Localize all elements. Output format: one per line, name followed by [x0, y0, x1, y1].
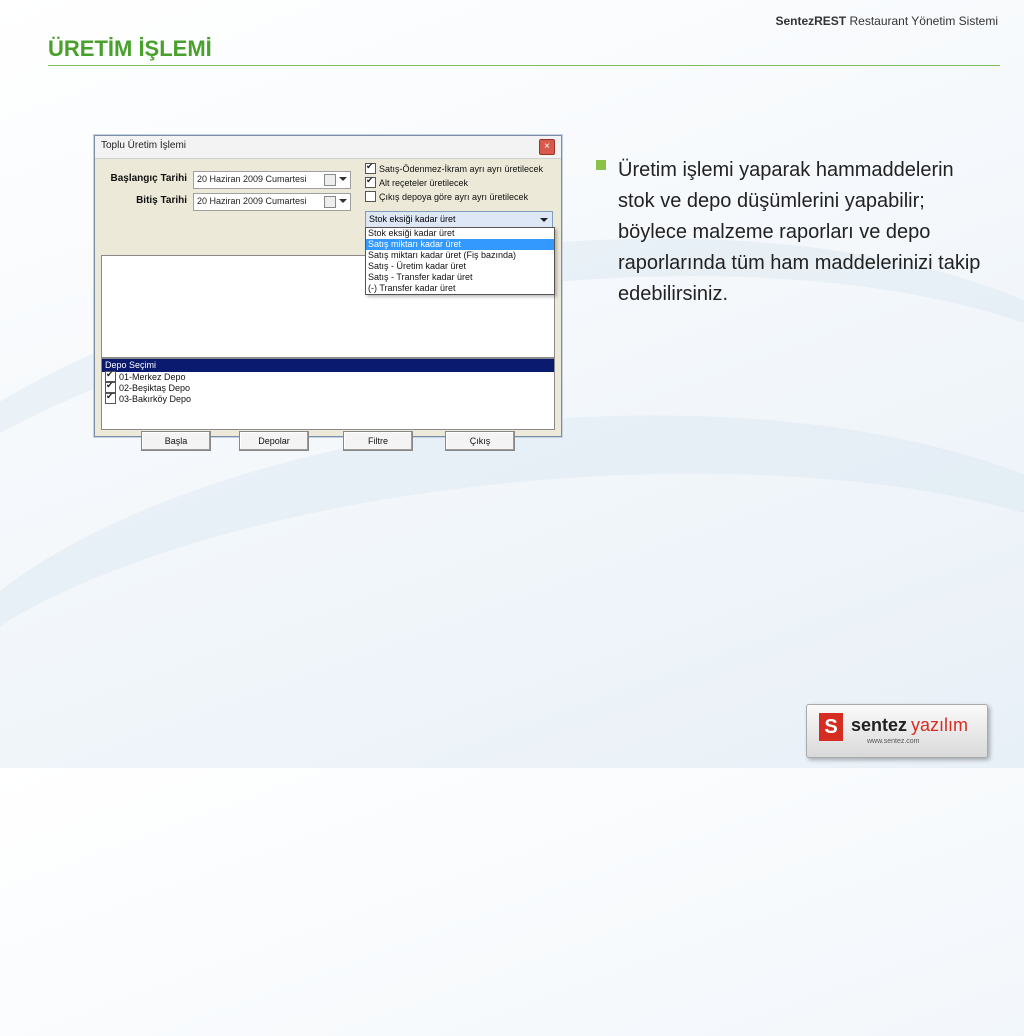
- logo-word-yazilim: yazılım: [911, 715, 969, 735]
- combo-value: Stok eksiği kadar üret: [369, 214, 456, 224]
- filter-button[interactable]: Filtre: [343, 431, 413, 451]
- depot-selection-list: Depo Seçimi 01-Merkez Depo 02-Beşiktaş D…: [101, 358, 555, 430]
- dropdown-option[interactable]: Satış - Üretim kadar üret: [366, 261, 554, 272]
- depot-item[interactable]: 01-Merkez Depo: [102, 369, 554, 383]
- chevron-down-icon[interactable]: [540, 218, 548, 222]
- logo-url: www.sentez.com: [867, 738, 920, 745]
- end-date-picker[interactable]: 20 Haziran 2009 Cumartesi: [193, 193, 351, 211]
- production-mode-select[interactable]: Stok eksiği kadar üret: [365, 211, 553, 228]
- start-date-label: Başlangıç Tarihi: [110, 173, 187, 184]
- slide-title: ÜRETİM İŞLEMİ: [48, 36, 212, 61]
- calendar-icon[interactable]: [324, 174, 336, 186]
- dropdown-option[interactable]: Stok eksiği kadar üret: [366, 228, 554, 239]
- end-date-label: Bitiş Tarihi: [136, 195, 187, 206]
- chevron-down-icon[interactable]: [339, 177, 347, 181]
- depot-item[interactable]: 03-Bakırköy Depo: [102, 391, 554, 405]
- dropdown-option[interactable]: Satış - Transfer kadar üret: [366, 272, 554, 283]
- checkbox-checked-icon[interactable]: [365, 161, 376, 175]
- exit-button[interactable]: Çıkış: [445, 431, 515, 451]
- start-button[interactable]: Başla: [141, 431, 211, 451]
- start-date-picker[interactable]: 20 Haziran 2009 Cumartesi: [193, 171, 351, 189]
- depot-item[interactable]: 02-Beşiktaş Depo: [102, 380, 554, 394]
- checkbox-output-depot[interactable]: Çıkış depoya göre ayrı ayrı üretilecek: [365, 191, 528, 203]
- end-date-value: 20 Haziran 2009 Cumartesi: [197, 196, 307, 206]
- logo-mark: S: [819, 713, 843, 741]
- depot-list-header: Depo Seçimi: [102, 359, 554, 372]
- header-brand: SentezREST Restaurant Yönetim Sistemi: [775, 14, 998, 28]
- chevron-down-icon[interactable]: [339, 199, 347, 203]
- company-logo: S sentez yazılım www.sentez.com: [806, 704, 988, 758]
- title-divider: [48, 65, 1000, 66]
- checkbox-separate-sales[interactable]: Satış-Ödenmez-İkram ayrı ayrı üretilecek: [365, 161, 543, 175]
- bullet-item: Üretim işlemi yaparak hammaddelerin stok…: [596, 155, 986, 310]
- checkbox-checked-icon[interactable]: [365, 175, 376, 189]
- logo-word-sentez: sentez: [851, 715, 908, 735]
- checkbox-sub-recipes[interactable]: Alt reçeteler üretilecek: [365, 175, 468, 189]
- bullet-square-icon: [596, 160, 606, 170]
- checkbox-checked-icon[interactable]: [105, 391, 116, 405]
- production-window: Toplu Üretim İşlemi × Başlangıç Tarihi 2…: [94, 135, 562, 451]
- checkbox-unchecked-icon[interactable]: [365, 191, 376, 203]
- bullet-list: Üretim işlemi yaparak hammaddelerin stok…: [596, 155, 986, 310]
- start-date-value: 20 Haziran 2009 Cumartesi: [197, 174, 307, 184]
- calendar-icon[interactable]: [324, 196, 336, 208]
- dropdown-option[interactable]: (-) Transfer kadar üret: [366, 283, 554, 294]
- dropdown-option-highlighted[interactable]: Satış miktarı kadar üret: [366, 239, 554, 250]
- production-mode-dropdown: Stok eksiği kadar üret Satış miktarı kad…: [365, 227, 555, 295]
- dropdown-option[interactable]: Satış miktarı kadar üret (Fiş bazında): [366, 250, 554, 261]
- window-titlebar[interactable]: Toplu Üretim İşlemi ×: [95, 136, 561, 159]
- depots-button[interactable]: Depolar: [239, 431, 309, 451]
- window-title: Toplu Üretim İşlemi: [101, 140, 187, 151]
- close-icon[interactable]: ×: [539, 139, 555, 155]
